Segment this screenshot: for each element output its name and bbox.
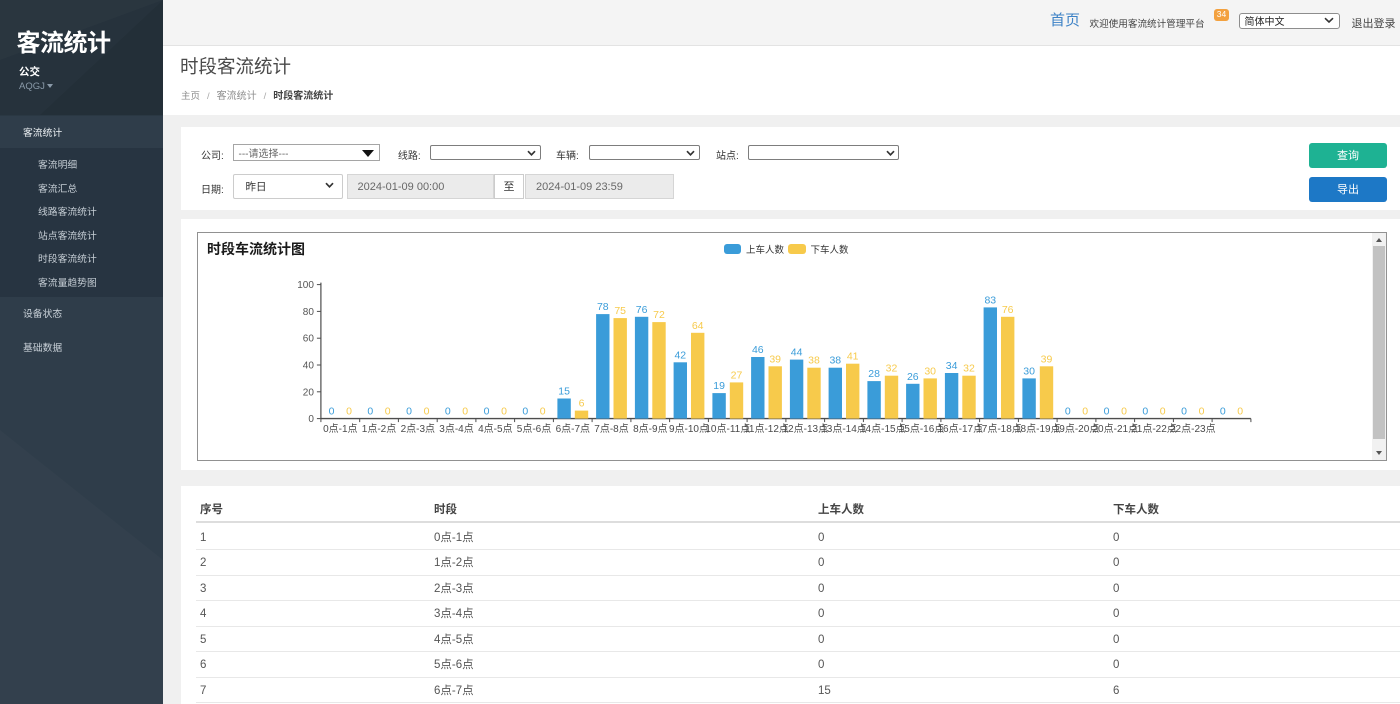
svg-text:60: 60 (303, 330, 315, 345)
svg-text:0: 0 (406, 404, 412, 419)
svg-text:32: 32 (963, 361, 975, 376)
svg-text:27: 27 (731, 367, 743, 382)
svg-text:1点-2点: 1点-2点 (362, 420, 396, 435)
svg-text:39: 39 (769, 351, 781, 366)
svg-text:44: 44 (791, 345, 803, 360)
svg-text:0: 0 (1082, 404, 1088, 419)
svg-text:0: 0 (540, 404, 546, 419)
svg-text:0: 0 (1065, 404, 1071, 419)
svg-text:42: 42 (674, 347, 686, 362)
svg-text:0: 0 (1237, 404, 1243, 419)
svg-text:32: 32 (886, 361, 898, 376)
svg-text:0: 0 (1142, 404, 1148, 419)
svg-text:38: 38 (808, 353, 820, 368)
svg-text:6: 6 (579, 396, 585, 411)
svg-text:76: 76 (636, 302, 648, 317)
svg-text:0: 0 (385, 404, 391, 419)
svg-text:0: 0 (308, 410, 314, 425)
svg-text:0: 0 (462, 404, 468, 419)
svg-text:0: 0 (484, 404, 490, 419)
svg-text:20: 20 (303, 383, 315, 398)
svg-text:75: 75 (614, 303, 626, 318)
svg-text:0: 0 (329, 404, 335, 419)
svg-text:76: 76 (1002, 302, 1014, 317)
svg-text:0: 0 (346, 404, 352, 419)
svg-text:41: 41 (847, 349, 859, 364)
svg-text:2点-3点: 2点-3点 (401, 420, 435, 435)
svg-text:7点-8点: 7点-8点 (594, 420, 628, 435)
svg-text:0: 0 (424, 404, 430, 419)
svg-text:64: 64 (692, 318, 704, 333)
svg-text:0: 0 (1104, 404, 1110, 419)
svg-text:28: 28 (868, 366, 880, 381)
svg-text:22点-23点: 22点-23点 (1170, 420, 1216, 435)
svg-text:0: 0 (522, 404, 528, 419)
svg-text:8点-9点: 8点-9点 (633, 420, 667, 435)
svg-text:0: 0 (367, 404, 373, 419)
svg-text:30: 30 (924, 363, 936, 378)
svg-text:5点-6点: 5点-6点 (517, 420, 551, 435)
svg-text:4点-5点: 4点-5点 (478, 420, 512, 435)
svg-text:38: 38 (829, 353, 841, 368)
svg-text:72: 72 (653, 307, 665, 322)
svg-text:83: 83 (984, 292, 996, 307)
svg-text:78: 78 (597, 299, 609, 314)
svg-text:39: 39 (1041, 351, 1053, 366)
svg-text:80: 80 (303, 303, 315, 318)
svg-text:3点-4点: 3点-4点 (439, 420, 473, 435)
svg-text:0点-1点: 0点-1点 (323, 420, 357, 435)
svg-text:0: 0 (1121, 404, 1127, 419)
svg-text:6点-7点: 6点-7点 (556, 420, 590, 435)
svg-text:0: 0 (1199, 404, 1205, 419)
svg-text:0: 0 (501, 404, 507, 419)
svg-text:15: 15 (558, 384, 570, 399)
svg-text:0: 0 (445, 404, 451, 419)
svg-text:46: 46 (752, 342, 764, 357)
svg-text:40: 40 (303, 357, 315, 372)
svg-text:9点-10点: 9点-10点 (669, 420, 709, 435)
svg-text:30: 30 (1023, 363, 1035, 378)
svg-text:0: 0 (1220, 404, 1226, 419)
svg-text:26: 26 (907, 369, 919, 384)
svg-text:100: 100 (297, 276, 314, 291)
svg-text:34: 34 (946, 358, 958, 373)
svg-text:19: 19 (713, 378, 725, 393)
svg-text:0: 0 (1181, 404, 1187, 419)
svg-text:0: 0 (1160, 404, 1166, 419)
